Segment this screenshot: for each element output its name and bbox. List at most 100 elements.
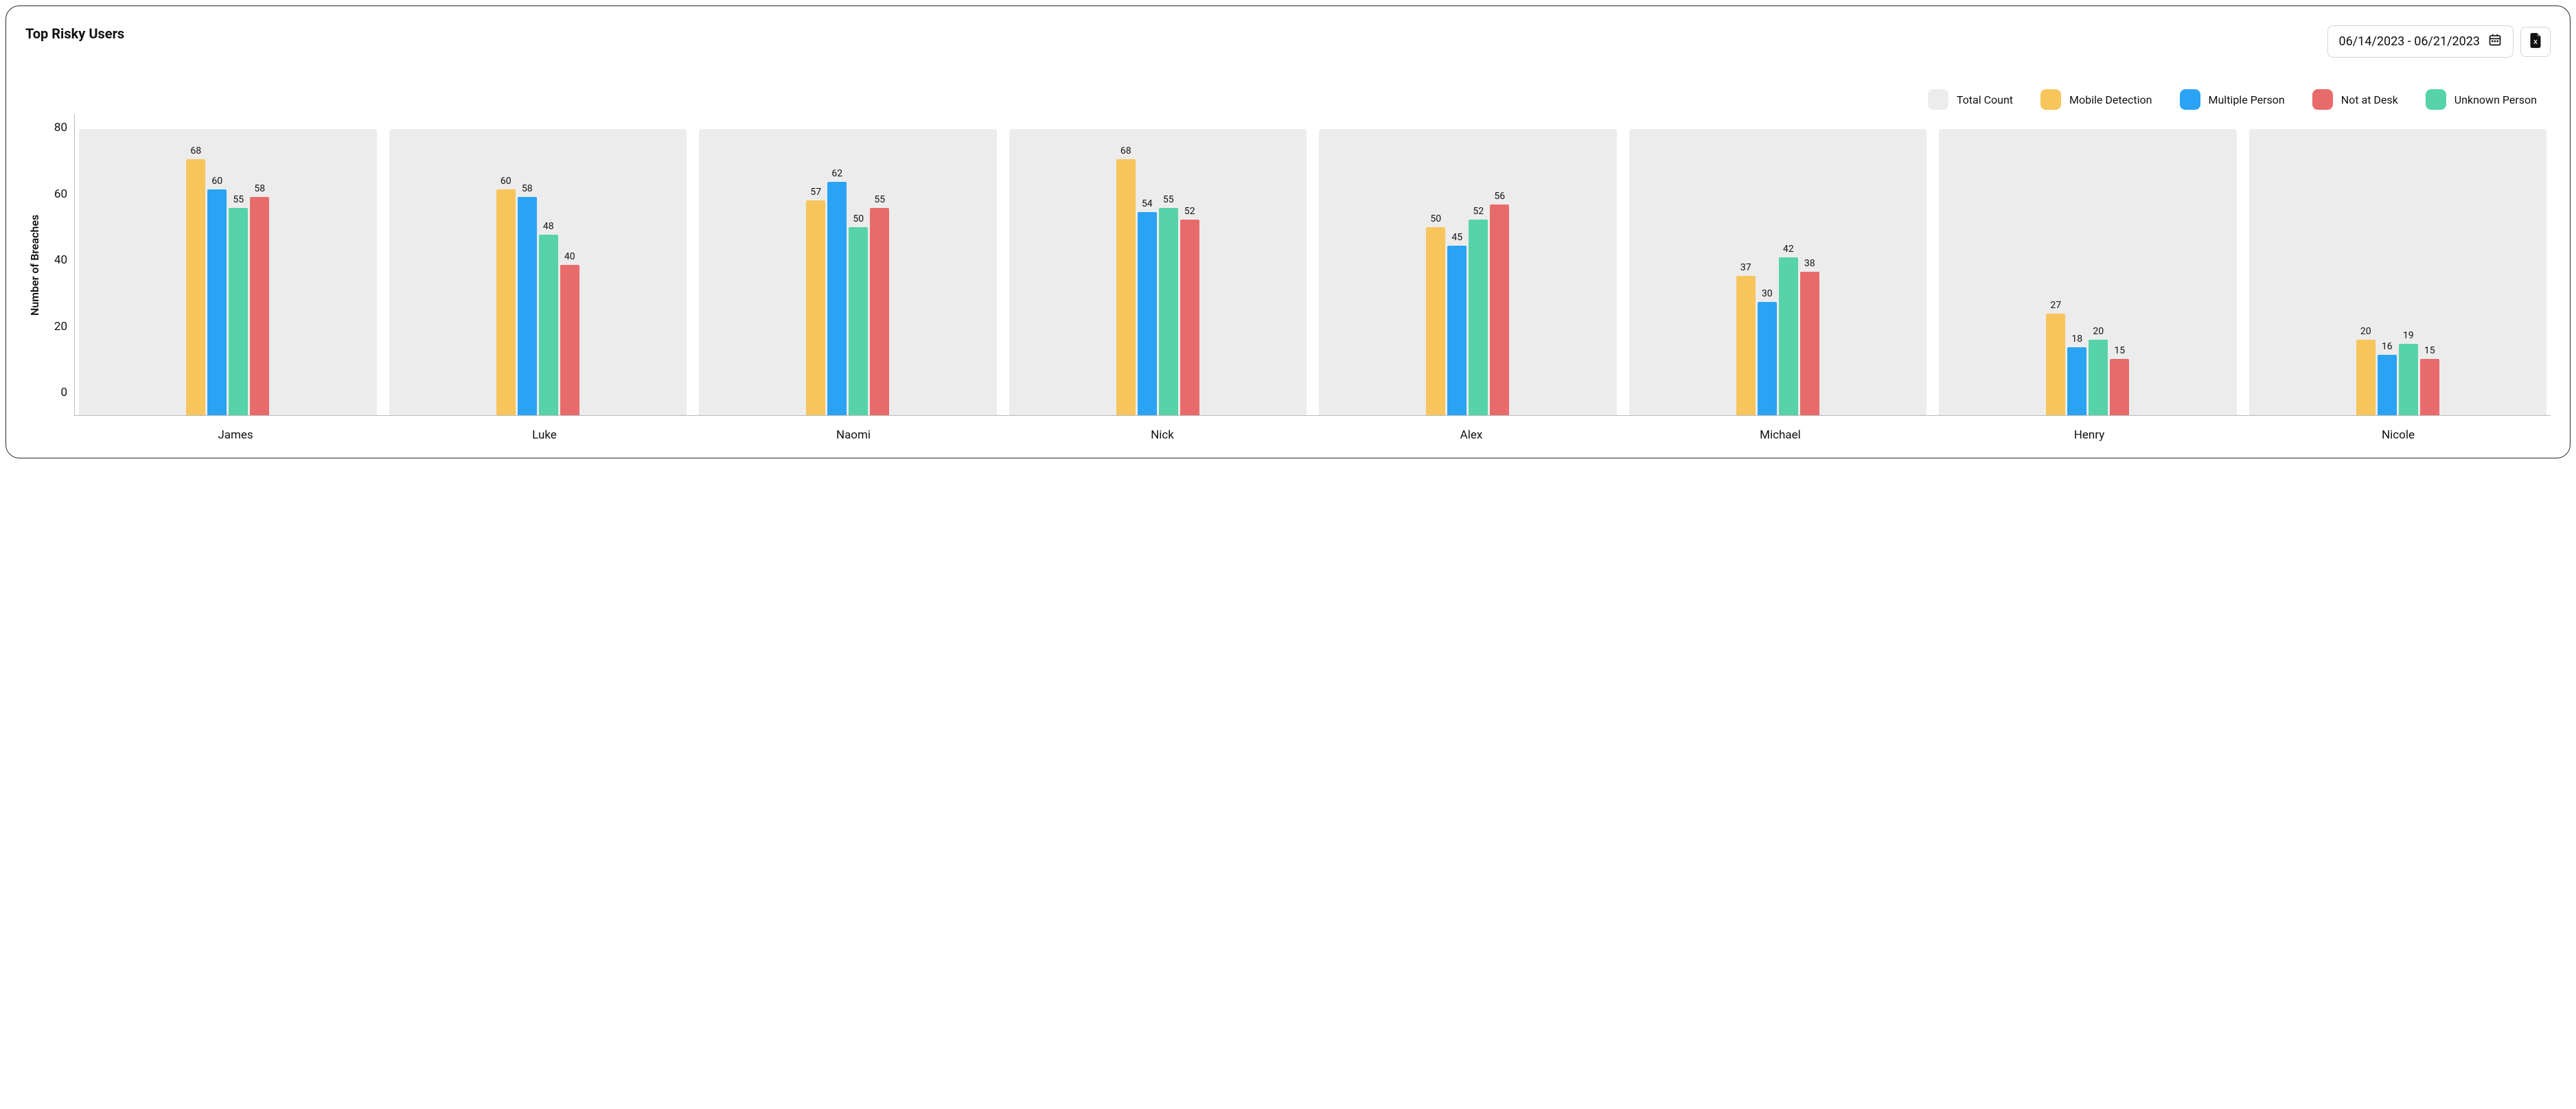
data-bar[interactable]: 58 xyxy=(250,197,269,415)
y-tick: 40 xyxy=(54,253,67,267)
data-bar[interactable]: 42 xyxy=(1779,257,1798,415)
bar-value-label: 55 xyxy=(1163,194,1174,205)
data-bar[interactable]: 52 xyxy=(1180,220,1199,415)
bar-cluster: 20161915 xyxy=(2249,114,2547,415)
data-bar[interactable]: 27 xyxy=(2046,314,2065,415)
legend-item[interactable]: Mobile Detection xyxy=(2040,89,2152,110)
y-tick: 80 xyxy=(54,121,67,135)
bar-group: 60584840 xyxy=(389,114,687,415)
data-bar[interactable]: 57 xyxy=(806,200,825,415)
bar-value-label: 68 xyxy=(1120,145,1131,156)
data-bar[interactable]: 68 xyxy=(186,159,205,415)
bar-group: 57625055 xyxy=(699,114,997,415)
header-controls: 06/14/2023 - 06/21/2023 xyxy=(2327,25,2551,58)
data-bar[interactable]: 30 xyxy=(1758,302,1777,415)
data-bar[interactable]: 52 xyxy=(1469,220,1488,415)
bar-group: 68605558 xyxy=(79,114,377,415)
legend-item[interactable]: Multiple Person xyxy=(2180,89,2285,110)
bar-value-label: 52 xyxy=(1184,206,1195,217)
card-title: Top Risky Users xyxy=(25,25,124,42)
data-bar[interactable]: 68 xyxy=(1116,159,1136,415)
bar-cluster: 37304238 xyxy=(1629,114,1927,415)
legend-swatch xyxy=(2040,89,2061,110)
bar-value-label: 62 xyxy=(831,168,842,179)
bar-group: 68545552 xyxy=(1009,114,1307,415)
card-header: Top Risky Users 06/14/2023 - 06/21/2023 xyxy=(25,25,2551,58)
legend-swatch xyxy=(2312,89,2333,110)
data-bar[interactable]: 62 xyxy=(827,182,847,415)
bar-value-label: 15 xyxy=(2424,345,2435,356)
chart-plot: 6860555860584840576250556854555250455256… xyxy=(74,114,2551,416)
bar-value-label: 40 xyxy=(564,251,575,262)
legend-item[interactable]: Not at Desk xyxy=(2312,89,2398,110)
bar-cluster: 68545552 xyxy=(1009,114,1307,415)
bar-cluster: 68605558 xyxy=(79,114,377,415)
x-axis-labels: JamesLukeNaomiNickAlexMichaelHenryNicole xyxy=(83,428,2551,442)
data-bar[interactable]: 48 xyxy=(539,235,558,415)
data-bar[interactable]: 20 xyxy=(2089,340,2108,415)
bar-cluster: 27182015 xyxy=(1939,114,2237,415)
data-bar[interactable]: 55 xyxy=(229,208,248,415)
data-bar[interactable]: 60 xyxy=(207,189,227,415)
bar-value-label: 37 xyxy=(1740,262,1751,273)
bar-group: 20161915 xyxy=(2249,114,2547,415)
export-excel-icon: X xyxy=(2529,33,2542,51)
svg-text:X: X xyxy=(2533,38,2538,45)
data-bar[interactable]: 37 xyxy=(1736,276,1756,415)
legend-swatch xyxy=(1928,89,1948,110)
data-bar[interactable]: 56 xyxy=(1490,205,1509,415)
export-button[interactable]: X xyxy=(2520,27,2551,57)
bar-value-label: 42 xyxy=(1783,244,1794,255)
data-bar[interactable]: 18 xyxy=(2067,347,2086,415)
chart-area: Number of Breaches 806040200 68605558605… xyxy=(25,114,2551,416)
data-bar[interactable]: 20 xyxy=(2356,340,2376,415)
bar-value-label: 60 xyxy=(211,176,222,187)
bar-value-label: 55 xyxy=(233,194,244,205)
data-bar[interactable]: 16 xyxy=(2378,355,2397,415)
data-bar[interactable]: 15 xyxy=(2420,359,2439,415)
legend-label: Unknown Person xyxy=(2454,93,2537,106)
y-axis-ticks: 806040200 xyxy=(44,114,74,416)
bar-value-label: 30 xyxy=(1762,288,1773,299)
bar-value-label: 19 xyxy=(2403,330,2414,341)
data-bar[interactable]: 19 xyxy=(2399,344,2418,415)
date-range-picker[interactable]: 06/14/2023 - 06/21/2023 xyxy=(2327,25,2514,58)
bar-cluster: 60584840 xyxy=(389,114,687,415)
data-bar[interactable]: 40 xyxy=(560,265,579,416)
chart-legend: Total Count Mobile Detection Multiple Pers… xyxy=(25,89,2551,110)
data-bar[interactable]: 60 xyxy=(496,189,516,415)
data-bar[interactable]: 50 xyxy=(849,227,868,415)
data-bar[interactable]: 55 xyxy=(1159,208,1178,415)
calendar-icon xyxy=(2488,33,2502,50)
date-range-text: 06/14/2023 - 06/21/2023 xyxy=(2339,34,2480,49)
bar-value-label: 15 xyxy=(2114,345,2125,356)
data-bar[interactable]: 50 xyxy=(1426,227,1445,415)
legend-item[interactable]: Unknown Person xyxy=(2426,89,2537,110)
y-axis-label: Number of Breaches xyxy=(25,114,44,416)
x-axis-label: Naomi xyxy=(705,428,1002,442)
bar-value-label: 48 xyxy=(543,221,554,232)
legend-item[interactable]: Total Count xyxy=(1928,89,2013,110)
bar-value-label: 55 xyxy=(874,194,885,205)
x-axis-label: Henry xyxy=(1941,428,2238,442)
data-bar[interactable]: 55 xyxy=(870,208,889,415)
legend-swatch xyxy=(2180,89,2200,110)
data-bar[interactable]: 54 xyxy=(1138,212,1157,415)
x-axis-label: Alex xyxy=(1323,428,1620,442)
y-tick: 20 xyxy=(54,320,67,334)
bar-value-label: 27 xyxy=(2050,300,2061,311)
data-bar[interactable]: 45 xyxy=(1447,246,1467,415)
legend-label: Multiple Person xyxy=(2209,93,2285,106)
data-bar[interactable]: 58 xyxy=(518,197,537,415)
legend-label: Mobile Detection xyxy=(2069,93,2152,106)
bar-value-label: 18 xyxy=(2071,334,2082,345)
data-bar[interactable]: 38 xyxy=(1800,272,1819,415)
bar-value-label: 58 xyxy=(254,183,265,194)
bar-value-label: 20 xyxy=(2360,326,2371,337)
legend-label: Not at Desk xyxy=(2341,93,2398,106)
data-bar[interactable]: 15 xyxy=(2110,359,2129,415)
x-axis-label: Nick xyxy=(1014,428,1311,442)
bar-group: 50455256 xyxy=(1319,114,1617,415)
bar-group: 27182015 xyxy=(1939,114,2237,415)
bar-value-label: 56 xyxy=(1494,191,1505,202)
